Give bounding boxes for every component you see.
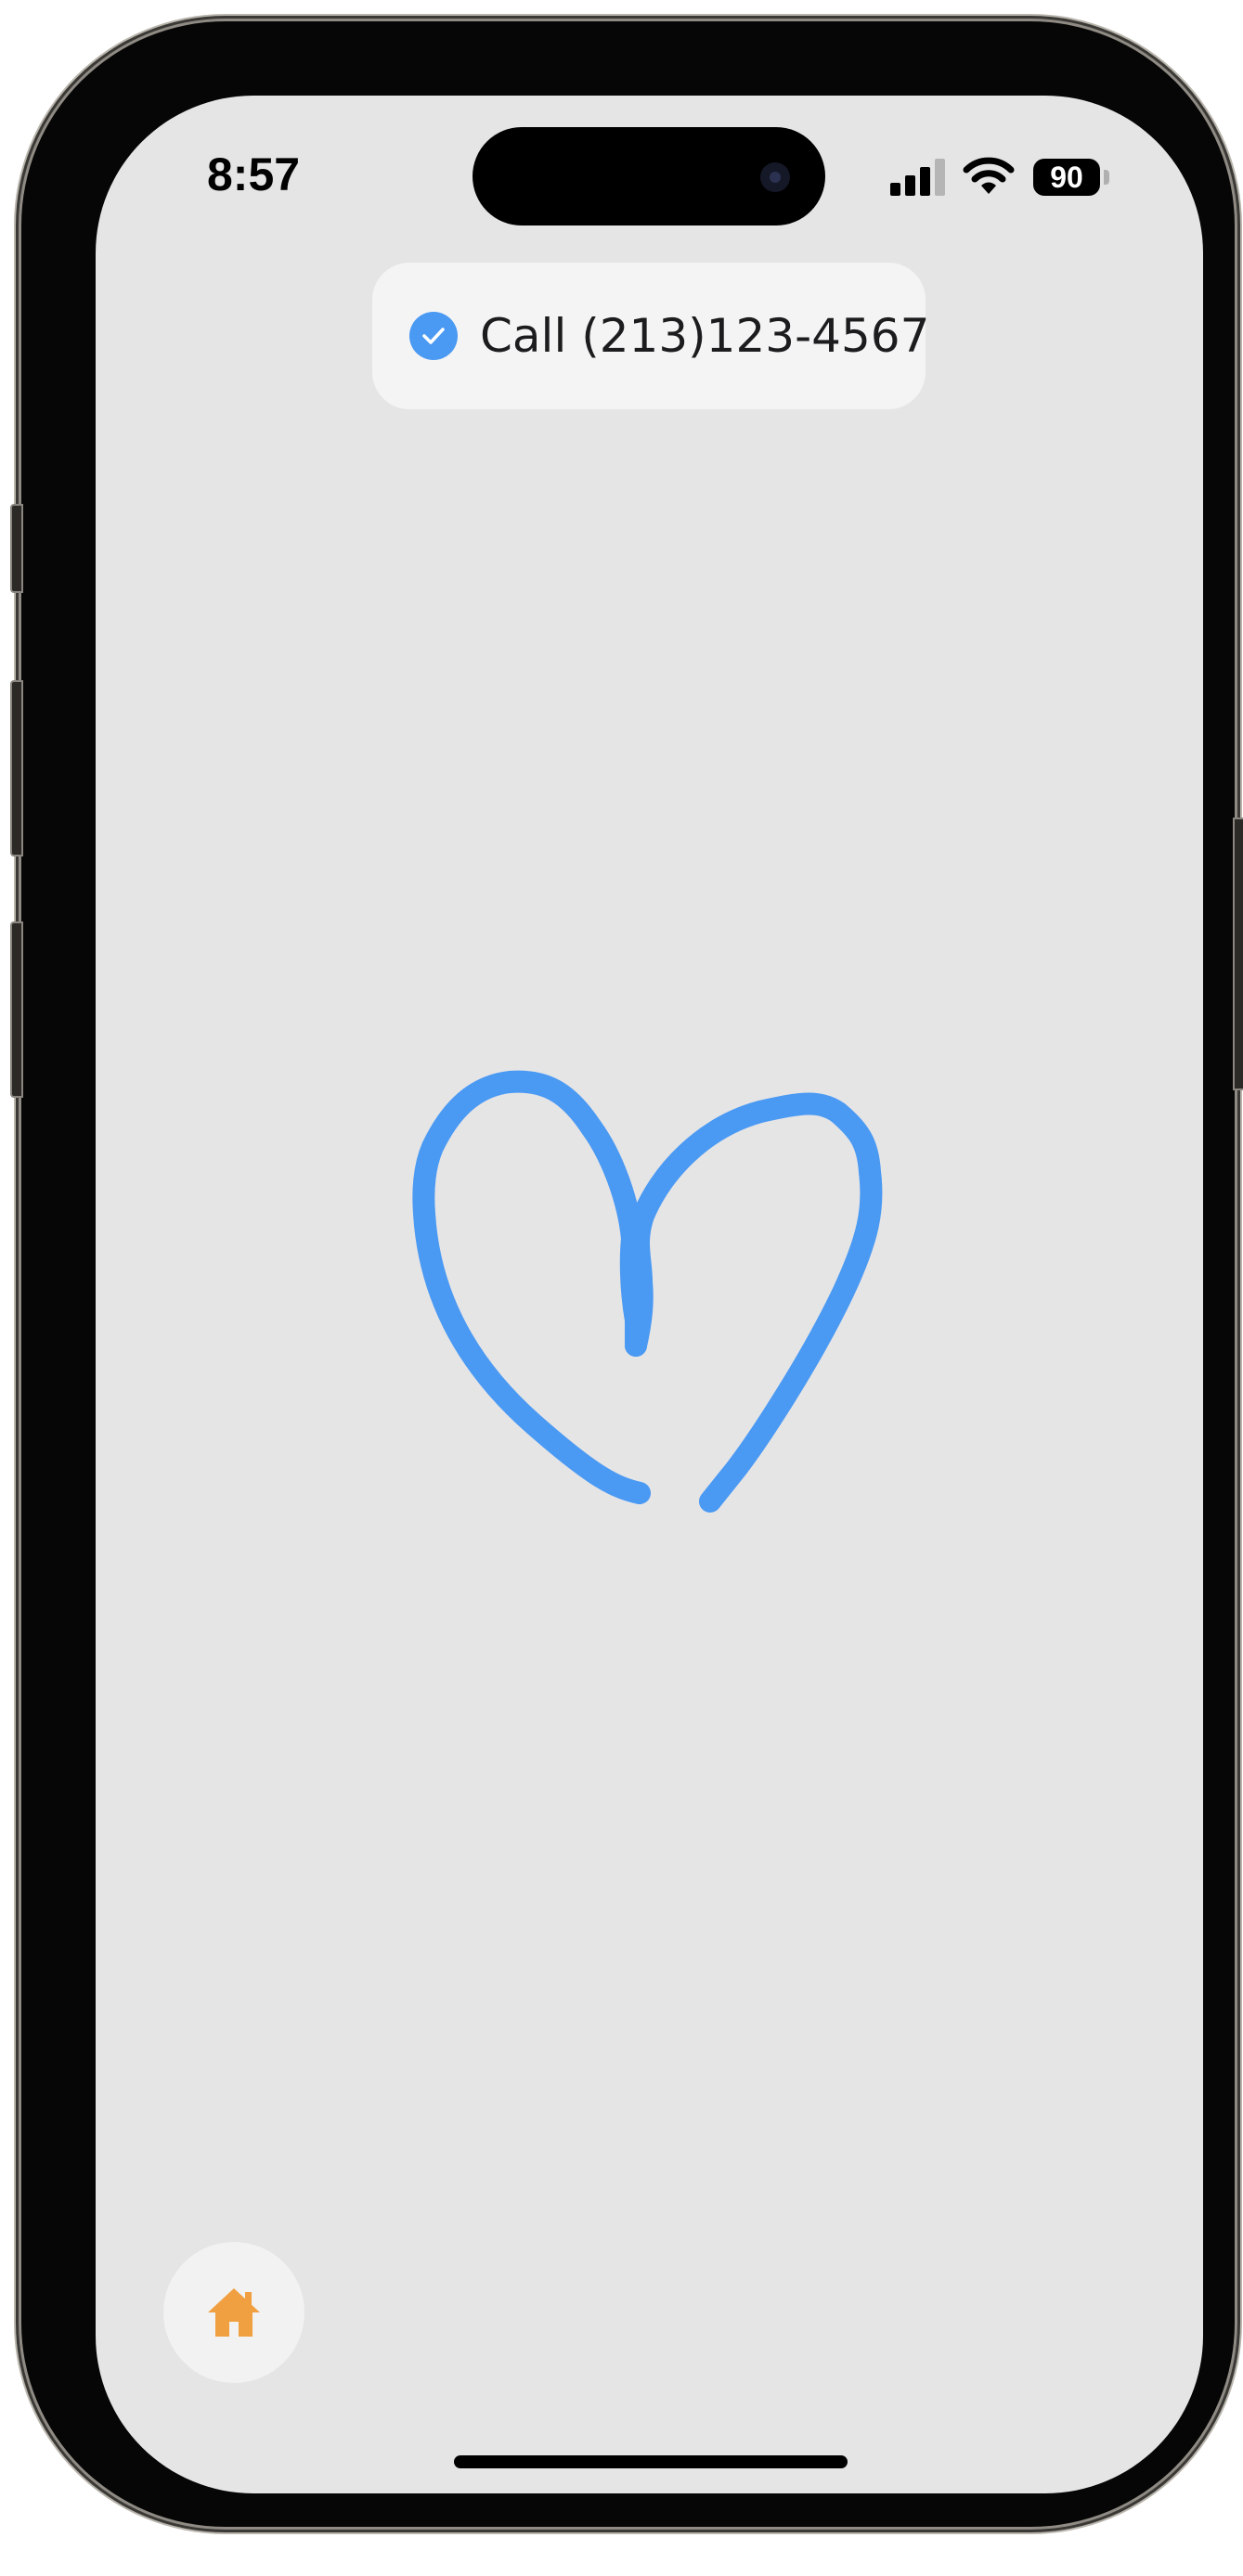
phone-frame: 8:57 90 Call (213)123-4567 [10, 21, 1243, 2527]
heart-stroke-right [625, 1092, 883, 1513]
home-indicator[interactable] [454, 2455, 848, 2468]
home-button[interactable] [163, 2242, 304, 2383]
screen: 8:57 90 Call (213)123-4567 [96, 96, 1203, 2493]
heart-drawing [412, 1070, 883, 1513]
heart-stroke-left [412, 1070, 651, 1504]
volume-down-button [10, 921, 23, 1098]
house-icon [208, 2288, 260, 2337]
volume-up-button [10, 680, 23, 857]
power-button [1233, 818, 1243, 1090]
action-button [10, 504, 23, 593]
